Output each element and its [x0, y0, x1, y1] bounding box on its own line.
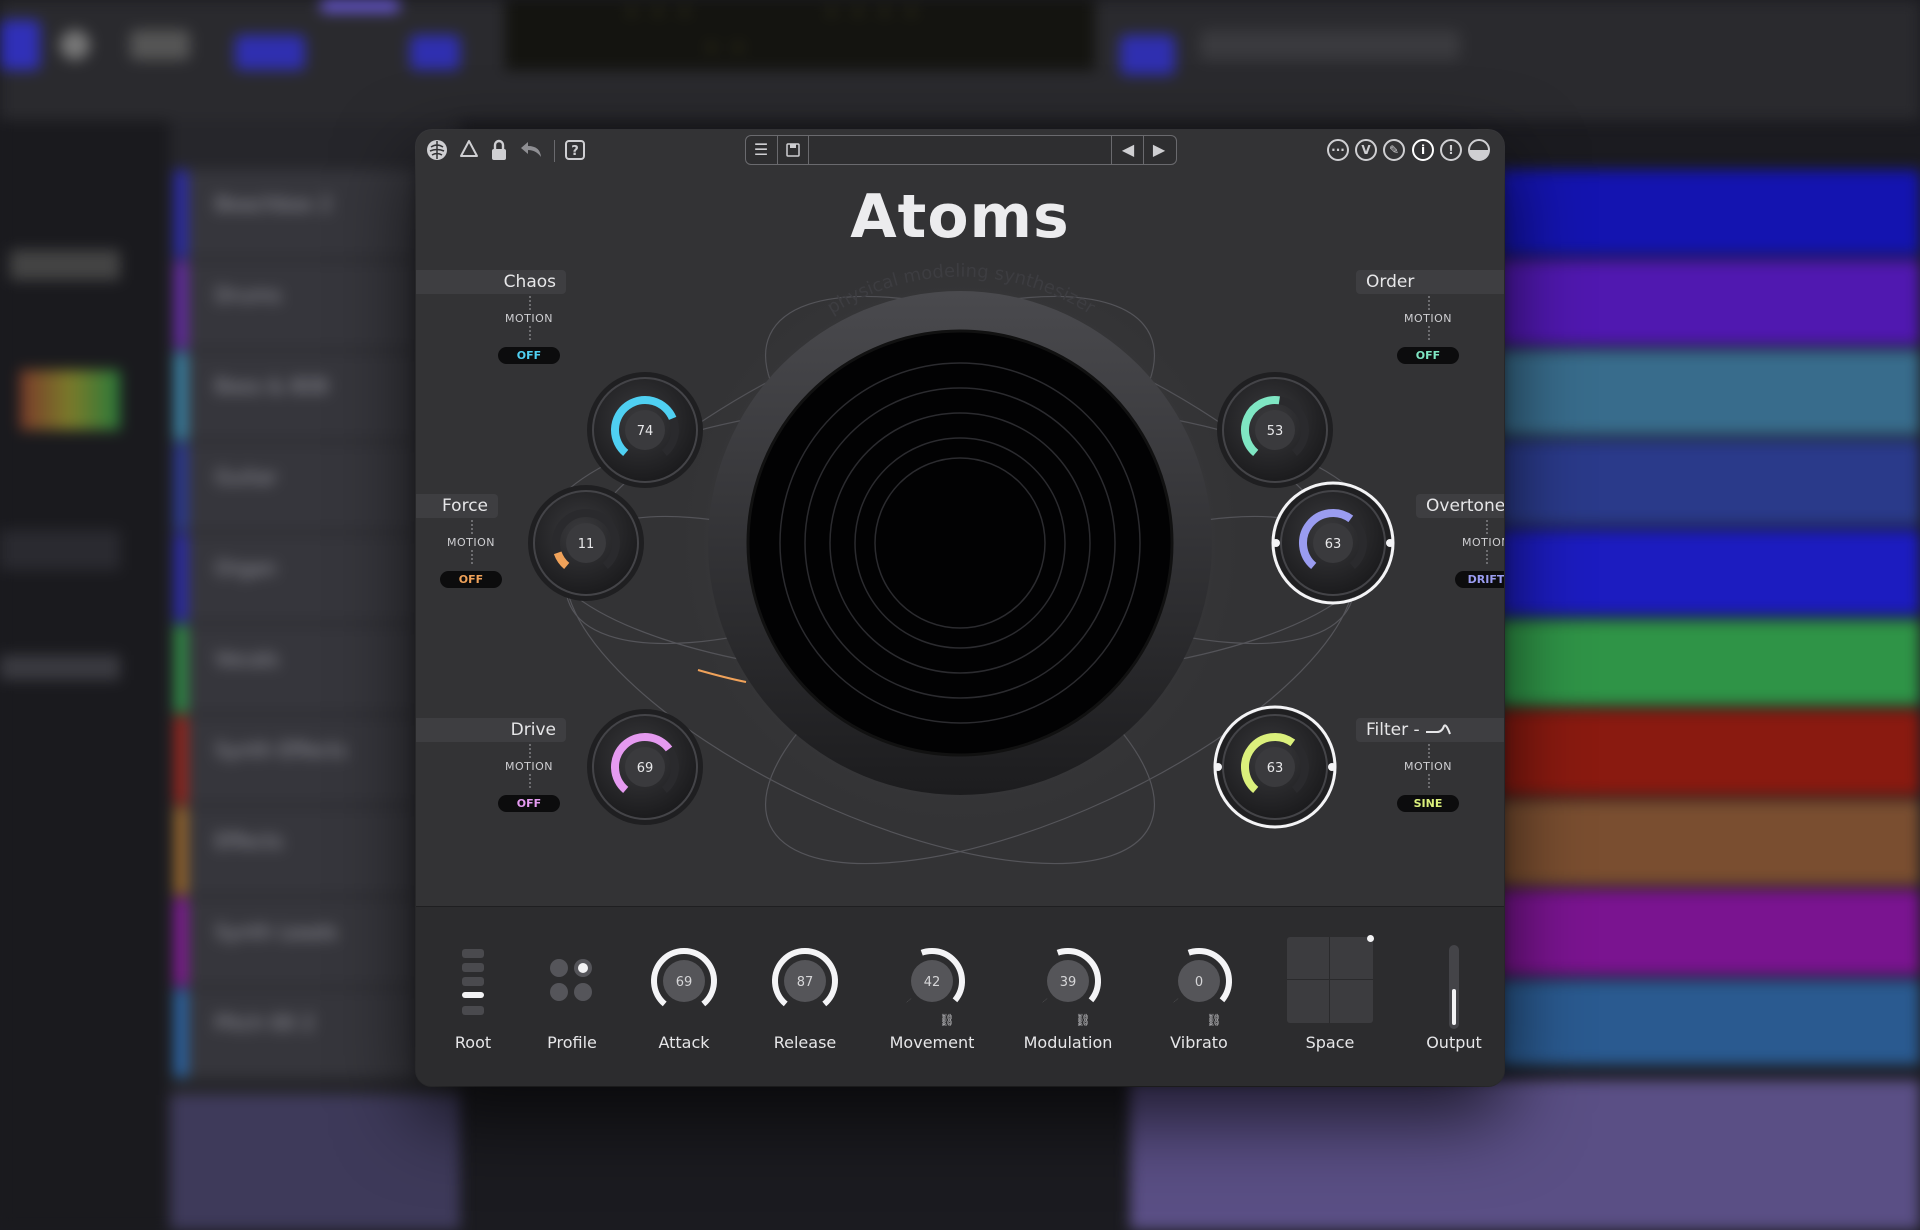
- space-xy-handle[interactable]: [1367, 935, 1374, 942]
- filter-label: Filter -: [1356, 718, 1504, 742]
- filter-motion-mode[interactable]: SINE: [1397, 795, 1459, 812]
- chaos-motion-label: MOTION: [505, 312, 553, 325]
- order-knob-value: 53: [1267, 424, 1284, 439]
- daw-track: Drums: [175, 261, 415, 349]
- filter-knob[interactable]: 63: [1213, 705, 1337, 829]
- daw-track: Effects: [175, 807, 415, 895]
- overtones-motion-handle[interactable]: [1386, 539, 1394, 547]
- output-fader[interactable]: [1449, 945, 1459, 1029]
- filter-motion-handle[interactable]: [1328, 763, 1336, 771]
- daw-track: Vocals: [175, 625, 415, 713]
- drive-knob[interactable]: 69: [587, 709, 703, 825]
- modulation-knob[interactable]: 39: [1034, 948, 1101, 1003]
- daw-lcd: · · · · · · · · ·: [505, 0, 1095, 70]
- vibrato-knob-value: 0: [1195, 975, 1203, 990]
- atoms-plugin-window: ? ☰ ◀ ▶ ··· V ✎ i ! Atoms physical model…: [416, 130, 1504, 1086]
- order-motion-mode[interactable]: OFF: [1397, 347, 1459, 364]
- overtones-label: Overtones: [1416, 494, 1504, 518]
- daw-track-name: Beachbox 2: [215, 192, 333, 216]
- overtones-motion-handle[interactable]: [1272, 539, 1280, 547]
- chaos-knob-value: 74: [637, 424, 654, 439]
- force-knob[interactable]: 11: [528, 485, 644, 601]
- attack-label: Attack: [658, 1033, 710, 1052]
- attack-knob-value: 69: [676, 975, 693, 990]
- modulation-knob-value: 39: [1060, 975, 1077, 990]
- drive-knob-value: 69: [637, 761, 654, 776]
- drive-label: Drive: [416, 718, 566, 742]
- force-label: Force: [416, 494, 498, 518]
- vibrato-label: Vibrato: [1170, 1033, 1228, 1052]
- daw-track: Synth Leads: [175, 898, 415, 986]
- overtones-knob-value: 63: [1325, 537, 1342, 552]
- daw-track-name: Synth Leads: [215, 920, 338, 944]
- daw-track-name: Drums: [215, 283, 282, 307]
- daw-track-name: Effects: [215, 829, 283, 853]
- movement-link-icon[interactable]: ⛓: [932, 1013, 962, 1027]
- output-label: Output: [1426, 1033, 1482, 1052]
- daw-inspector: [0, 120, 170, 1230]
- drive-motion-mode[interactable]: OFF: [498, 795, 560, 812]
- order-motion-label: MOTION: [1404, 312, 1452, 325]
- filter-knob-value: 63: [1267, 761, 1284, 776]
- movement-label: Movement: [889, 1033, 975, 1052]
- vibrato-link-icon[interactable]: ⛓: [1199, 1013, 1229, 1027]
- order-label: Order: [1356, 270, 1504, 294]
- force-knob-value: 11: [578, 537, 595, 552]
- overtones-motion-mode[interactable]: DRIFT: [1455, 571, 1504, 588]
- force-motion-label: MOTION: [447, 536, 495, 549]
- filter-label-text: Filter -: [1366, 720, 1420, 740]
- release-label: Release: [773, 1033, 837, 1052]
- daw-track: Beachbox 2: [175, 170, 415, 258]
- chaos-motion-mode[interactable]: OFF: [498, 347, 560, 364]
- modulation-label: Modulation: [1023, 1033, 1113, 1052]
- daw-track: Guitar: [175, 443, 415, 531]
- orbit-display: physical modeling synthesizer 74 5311 6369…: [528, 253, 1395, 865]
- attack-knob[interactable]: 69: [651, 948, 717, 1007]
- overtones-motion-label: MOTION: [1462, 536, 1504, 549]
- release-knob[interactable]: 87: [772, 948, 838, 1007]
- daw-track: Organ: [175, 534, 415, 622]
- release-knob-value: 87: [797, 975, 814, 990]
- output-fader-fill: [1452, 989, 1456, 1025]
- filter-motion-handle[interactable]: [1214, 763, 1222, 771]
- daw-track-name: Guitar: [215, 465, 278, 489]
- chaos-label: Chaos: [416, 270, 566, 294]
- filter-motion-label: MOTION: [1404, 760, 1452, 773]
- order-knob[interactable]: 53: [1217, 372, 1333, 488]
- daw-track-name: Organ: [215, 556, 277, 580]
- vibrato-knob[interactable]: 0: [1165, 948, 1232, 1003]
- daw-track-name: Pitch 00 2: [215, 1011, 315, 1035]
- force-motion-mode[interactable]: OFF: [440, 571, 502, 588]
- overtones-knob[interactable]: 63: [1271, 481, 1395, 605]
- chaos-knob[interactable]: 74: [587, 372, 703, 488]
- modulation-link-icon[interactable]: ⛓: [1068, 1013, 1098, 1027]
- bottom-controls: Root Profile 69 87 42 39 0 Attack Release ⛓ …: [416, 906, 1504, 1086]
- visualizer-core[interactable]: [746, 329, 1174, 757]
- movement-knob-value: 42: [924, 975, 941, 990]
- daw-track: Synth Effects: [175, 716, 415, 804]
- daw-track-name: Synth Effects: [215, 738, 348, 762]
- daw-track-name: Bass & 808: [215, 374, 329, 398]
- movement-knob[interactable]: 42: [898, 948, 965, 1003]
- lowpass-icon: [1426, 724, 1451, 735]
- daw-track: Bass & 808: [175, 352, 415, 440]
- daw-track: Pitch 00 2: [175, 989, 415, 1077]
- space-label: Space: [1305, 1033, 1355, 1052]
- daw-track-name: Vocals: [215, 647, 279, 671]
- space-xy-pad[interactable]: [1287, 935, 1374, 1023]
- drive-motion-label: MOTION: [505, 760, 553, 773]
